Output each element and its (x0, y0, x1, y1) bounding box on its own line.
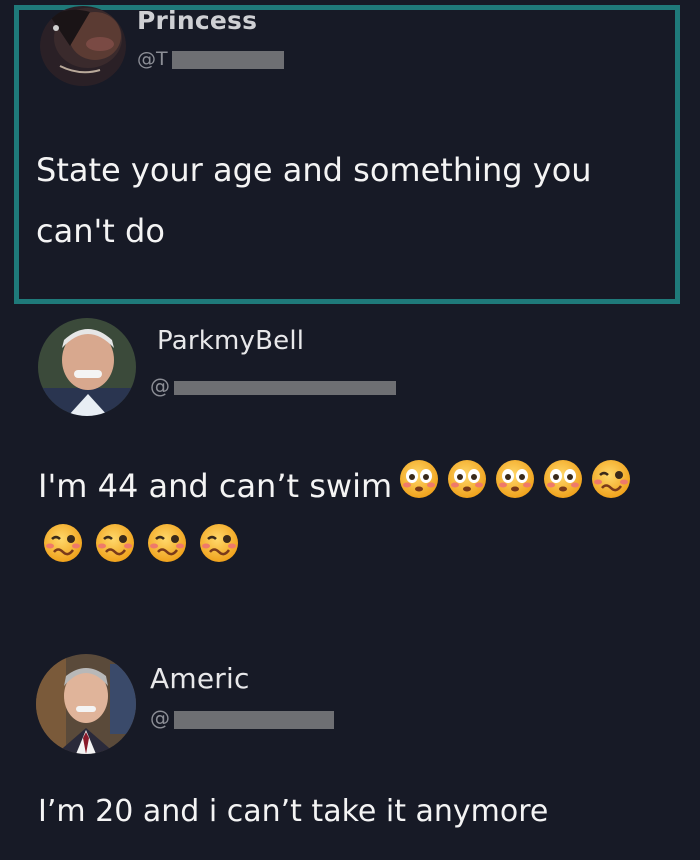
handle-prefix: @ (150, 706, 170, 730)
tweet-americ[interactable]: Americ @ I’m 20 and i can’t take it anym… (0, 640, 700, 860)
handle-visible-text: T (156, 48, 168, 70)
handle-prefix: @ (137, 48, 156, 70)
display-name[interactable]: ParkmyBell (157, 326, 304, 356)
tweet-text-line-1: I'm 44 and can’t swim (38, 456, 632, 519)
flushed-face-icon (446, 458, 488, 519)
handle-prefix: @ (150, 374, 170, 398)
woozy-face-icon (590, 458, 632, 519)
woozy-face-icon (146, 522, 188, 568)
avatar-princess[interactable] (40, 6, 126, 86)
tweet-parkmybell[interactable]: ParkmyBell @ I'm 44 and can’t swim (0, 312, 700, 612)
handle[interactable]: @ (150, 706, 334, 730)
handle[interactable]: @ (150, 374, 396, 398)
tweet-text-line-1: I’m 20 and i can’t take it anymore (38, 794, 549, 829)
handle-redaction (171, 50, 284, 69)
woozy-face-icon (198, 522, 240, 568)
flushed-face-icon (542, 458, 584, 519)
avatar-americ[interactable] (36, 654, 136, 754)
emoji-row (42, 522, 250, 568)
tweet-text-line-1: State your age and something you (36, 151, 592, 189)
profile-photo-icon (40, 6, 126, 86)
tweet-text: I'm 44 and can’t swim (38, 467, 393, 505)
tweet-text-line-2: can't do (36, 212, 165, 250)
flushed-face-icon (494, 458, 536, 519)
display-name[interactable]: Americ (150, 662, 250, 695)
woozy-face-icon (42, 522, 84, 568)
profile-photo-icon (36, 654, 136, 754)
handle-redaction (174, 710, 334, 729)
handle[interactable]: @T (137, 48, 284, 70)
profile-photo-icon (38, 318, 136, 416)
display-name[interactable]: Princess (137, 6, 257, 35)
handle-redaction (174, 380, 396, 395)
avatar-parkmybell[interactable] (38, 318, 136, 416)
tweet-princess[interactable]: Princess @T State your age and something… (0, 0, 700, 310)
woozy-face-icon (94, 522, 136, 568)
flushed-face-icon (398, 458, 440, 519)
